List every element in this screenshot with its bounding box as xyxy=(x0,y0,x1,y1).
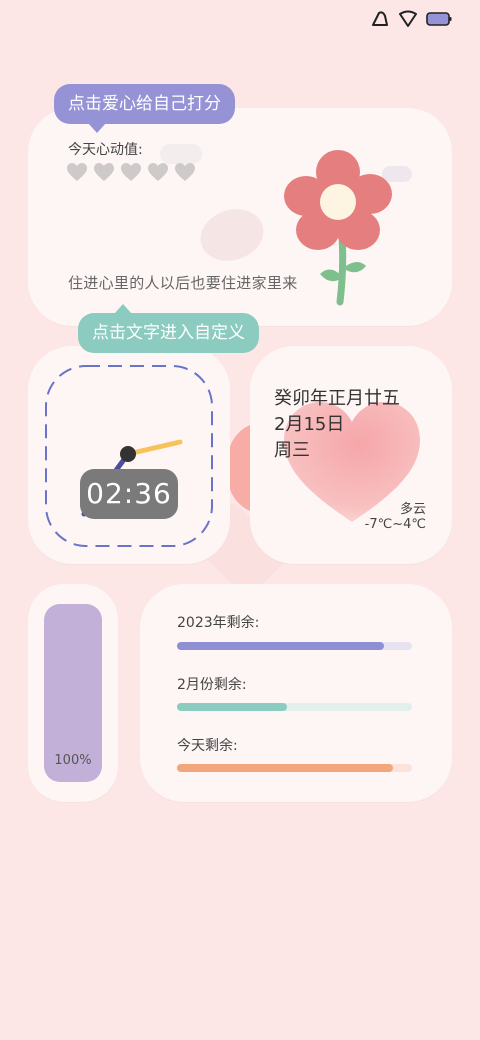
heart-rating-icon[interactable] xyxy=(174,162,196,182)
mood-label: 今天心动值: xyxy=(68,142,143,158)
mood-quote-text[interactable]: 住进心里的人以后也要住进家里来 xyxy=(68,272,298,293)
month-remaining-label: 2月份剩余: xyxy=(177,677,247,693)
heart-rating-icon[interactable] xyxy=(147,162,169,182)
hint-tooltip-customize[interactable]: 点击文字进入自定义 xyxy=(78,304,259,353)
day-remaining-label: 今天剩余: xyxy=(177,738,238,754)
year-remaining-label: 2023年剩余: xyxy=(177,615,260,631)
heart-rating-icon[interactable] xyxy=(120,162,142,182)
heart-rating-icon[interactable] xyxy=(93,162,115,182)
cloud-decoration xyxy=(160,144,202,164)
month-progress-bar xyxy=(177,703,412,711)
day-progress-fill xyxy=(177,764,394,772)
status-bar xyxy=(370,10,452,28)
digital-time[interactable]: 02:36 xyxy=(80,469,178,519)
signal-icon xyxy=(370,10,390,28)
heart-rating-icon[interactable] xyxy=(66,162,88,182)
year-progress-bar xyxy=(177,642,412,650)
day-progress-bar xyxy=(177,764,412,772)
battery-icon xyxy=(426,11,452,27)
flower-illustration xyxy=(282,148,392,310)
weekday: 周三 xyxy=(274,440,310,461)
weather-condition: 多云 xyxy=(399,502,426,517)
solar-date: 2月15日 xyxy=(274,414,345,435)
clock-hands xyxy=(44,364,214,552)
wifi-icon xyxy=(398,10,418,28)
temperature-range: -7℃~4℃ xyxy=(364,517,426,532)
year-progress-fill xyxy=(177,642,384,650)
lunar-date: 癸卯年正月廿五 xyxy=(274,388,400,409)
month-progress-fill xyxy=(177,703,288,711)
battery-percent: 100% xyxy=(54,753,92,768)
mood-hearts[interactable] xyxy=(66,162,196,182)
hint-tooltip-rate[interactable]: 点击爱心给自己打分 xyxy=(54,84,235,133)
